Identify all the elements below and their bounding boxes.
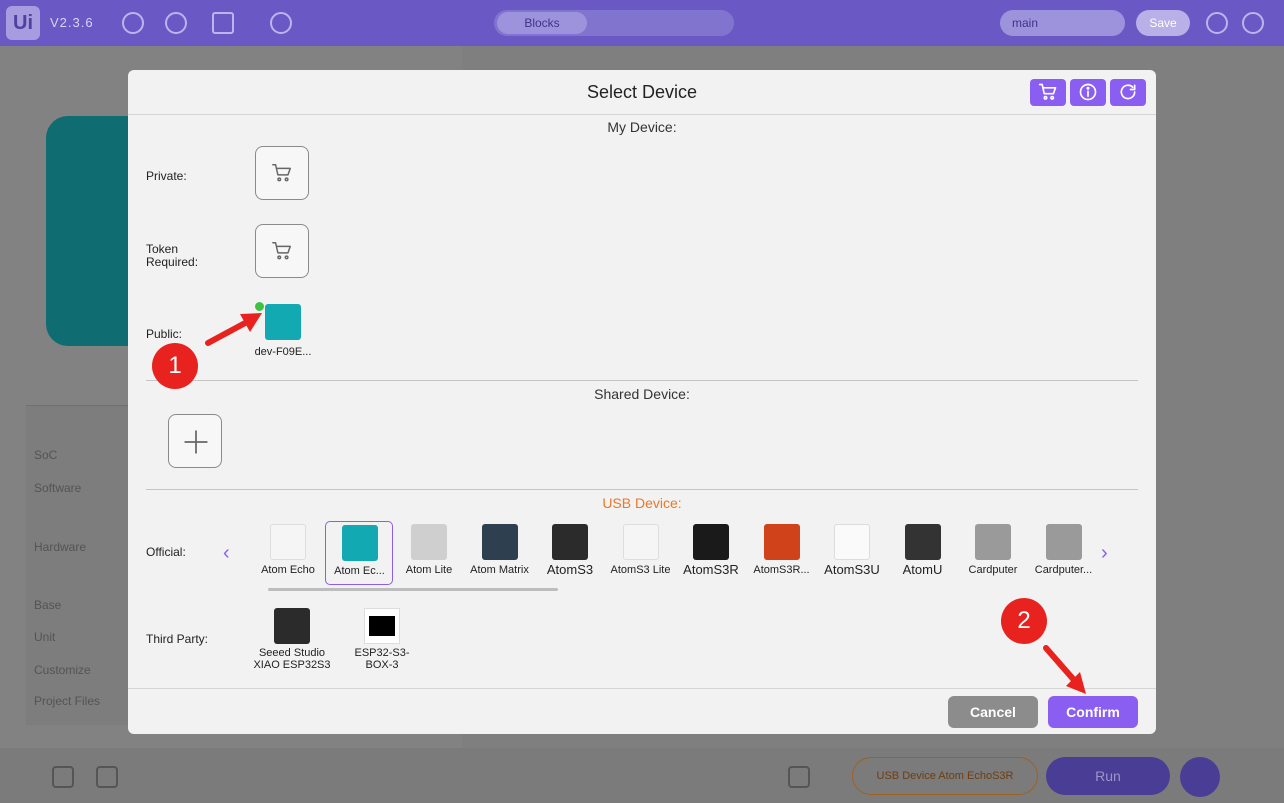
step-badge-2: 2 bbox=[1001, 598, 1047, 644]
annotation-arrow-2 bbox=[1043, 645, 1086, 694]
step-badge-1: 1 bbox=[152, 343, 198, 389]
annotation-arrows bbox=[205, 313, 1086, 694]
annotation-arrow-1 bbox=[205, 313, 262, 346]
